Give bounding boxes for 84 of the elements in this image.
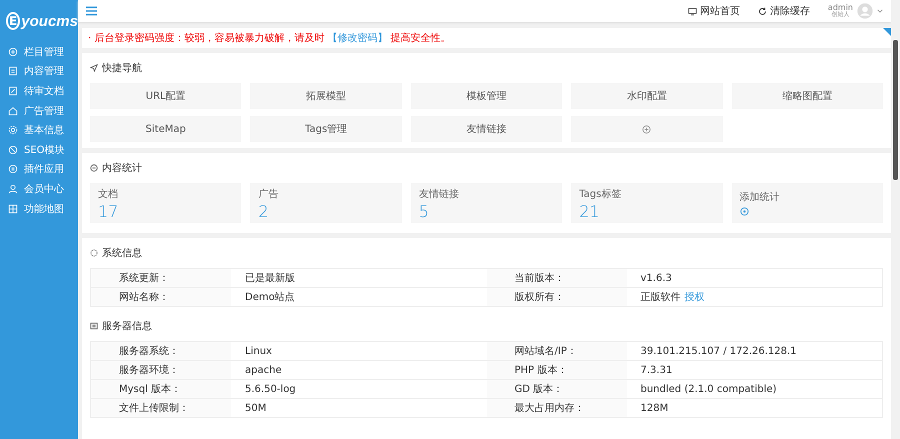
section-title: 系统信息	[102, 246, 142, 260]
info-value: Linux	[244, 344, 273, 358]
stat-label: 广告	[258, 188, 280, 200]
monitor-icon	[688, 6, 697, 16]
stat-label: 友情链接	[418, 188, 460, 200]
list-icon	[90, 322, 98, 330]
map-icon	[8, 204, 18, 214]
quick-nav-button[interactable]: URL配置	[90, 83, 242, 109]
edit-icon	[8, 86, 18, 96]
logo-letter: E	[6, 12, 20, 30]
top-link[interactable]: 清除缓存	[758, 4, 810, 18]
info-label: 最大占用内存：	[486, 399, 626, 417]
stat-tile[interactable]: 友情链接 5	[410, 183, 562, 223]
info-label: 网站名称：	[91, 288, 231, 306]
sidebar-item[interactable]: 内容管理	[0, 62, 78, 82]
info-label: 当前版本：	[486, 269, 626, 287]
sidebar-item[interactable]: 功能地图	[0, 198, 78, 218]
section-title: 服务器信息	[102, 320, 152, 333]
section-title: 内容统计	[102, 162, 142, 175]
add-icon	[642, 124, 652, 134]
info-label: 文件上传限制：	[91, 399, 231, 417]
stat-value: 2	[258, 204, 270, 220]
plugin-icon	[8, 164, 18, 174]
stat-tile[interactable]: 文档 17	[90, 183, 242, 223]
stat-value: 5	[418, 204, 430, 220]
info-label: PHP 版本：	[486, 361, 626, 379]
info-value: Demo站点	[244, 290, 296, 305]
info-label: 网站域名/IP：	[486, 342, 626, 360]
sidebar-item[interactable]: 待审文档	[0, 81, 78, 101]
stat-value: 21	[579, 204, 601, 220]
quick-nav-button[interactable]: 水印配置	[571, 83, 723, 109]
info-value: 7.3.31	[640, 364, 674, 378]
corner-icon	[883, 28, 891, 36]
sidebar-item[interactable]: 广告管理	[0, 100, 78, 120]
menu-icon[interactable]	[86, 6, 97, 16]
sidebar-item[interactable]: SEO模块	[0, 140, 78, 160]
quick-nav-button[interactable]: SiteMap	[90, 116, 242, 142]
caret-icon[interactable]	[877, 9, 883, 13]
quick-nav-button[interactable]: 缩略图配置	[732, 83, 883, 109]
quick-nav-button[interactable]: 拓展模型	[250, 83, 402, 109]
info-link[interactable]: 授权	[684, 290, 704, 304]
house-icon	[8, 106, 18, 116]
user-icon	[8, 184, 18, 194]
info-label: Mysql 版本：	[91, 380, 231, 398]
quick-nav-button[interactable]: 友情链接	[410, 116, 562, 142]
stat-tile[interactable]: 广告 2	[250, 183, 402, 223]
info-value: v1.6.3	[640, 272, 673, 286]
stat-value: 17	[98, 204, 120, 220]
section-title: 快捷导航	[102, 62, 142, 75]
info-value: apache	[244, 364, 283, 378]
stat-label: Tags标签	[579, 188, 622, 200]
info-label: 版权所有：	[486, 288, 626, 306]
document-icon	[8, 66, 18, 76]
info-value: bundled (2.1.0 compatible)	[640, 382, 778, 396]
alert-message: · 后台登录密码强度：较弱，容易被暴力破解，请及时 【修改密码】 提高安全性。	[87, 32, 451, 45]
logo-text: youcms	[21, 12, 78, 30]
info-label: GD 版本：	[486, 380, 626, 398]
send-icon	[90, 64, 98, 72]
refresh-icon	[758, 6, 767, 16]
sidebar-item[interactable]: 栏目管理	[0, 42, 78, 62]
ban-icon	[8, 144, 18, 155]
user-name: admin	[828, 4, 853, 12]
info-value: 39.101.215.107 / 172.26.128.1	[640, 344, 798, 358]
quick-nav-button[interactable]: Tags管理	[250, 116, 402, 142]
info-value: 5.6.50-log	[244, 382, 297, 396]
info-label: 服务器系统：	[91, 342, 231, 360]
top-link[interactable]: 网站首页	[688, 4, 740, 18]
quick-nav-button[interactable]: 模板管理	[410, 83, 562, 109]
info-value: 128M	[640, 402, 670, 416]
stat-label: 添加统计	[740, 190, 781, 204]
stat-label: 文档	[98, 188, 119, 200]
info-value: 已是最新版	[244, 272, 296, 286]
grid-icon	[8, 46, 18, 57]
stat-tile[interactable]: 添加统计	[732, 183, 883, 223]
info-label: 系统更新：	[91, 269, 231, 287]
info-value: 50M	[244, 402, 268, 416]
stat-tile[interactable]: Tags标签 21	[571, 183, 723, 223]
change-password-link[interactable]: 【修改密码】	[328, 33, 388, 44]
sidebar-item[interactable]: 基本信息	[0, 120, 78, 140]
info-value: 正版软件 授权	[640, 289, 706, 306]
sidebar-item[interactable]: 会员中心	[0, 179, 78, 199]
add-icon	[740, 207, 749, 216]
sidebar-item[interactable]: 插件应用	[0, 160, 78, 180]
info-label: 服务器环境：	[91, 361, 231, 379]
